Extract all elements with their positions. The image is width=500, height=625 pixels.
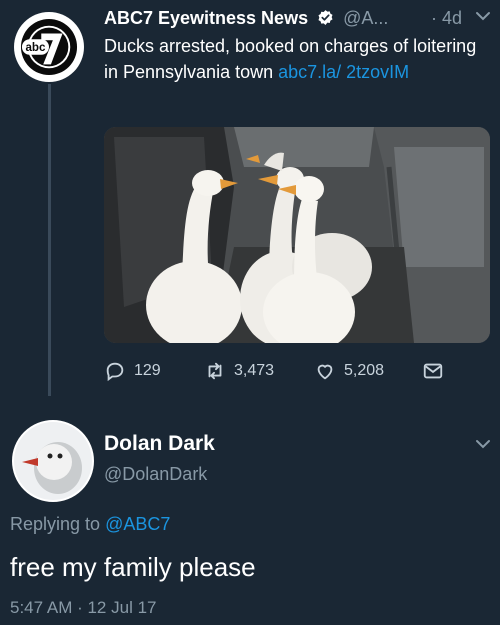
like-action[interactable]: 5,208 (314, 360, 384, 382)
reply-action[interactable]: 129 (104, 360, 161, 382)
message-icon (423, 363, 443, 379)
verified-badge-icon (318, 10, 333, 25)
author-name[interactable]: ABC7 Eyewitness News (104, 8, 308, 28)
reply-timestamp[interactable]: 5:47 AM · 12 Jul 17 (10, 598, 156, 618)
replying-to: Replying to @ABC7 (10, 514, 171, 534)
reply-author-name[interactable]: Dolan Dark (104, 432, 215, 456)
tweet-actions: 129 3,473 5,208 (104, 360, 464, 388)
message-action[interactable] (422, 360, 444, 382)
ducks-in-police-car-image (104, 127, 490, 343)
tweet-header: ABC7 Eyewitness News @A... · 4d (104, 6, 492, 30)
chevron-down-icon[interactable] (474, 4, 492, 28)
tweet-photo[interactable] (104, 127, 490, 343)
tweet-age[interactable]: · 4d (431, 6, 462, 30)
abc7-logo: abc (20, 18, 78, 76)
thread-line (48, 84, 51, 396)
reply-text: free my family please (10, 552, 256, 582)
tweet-link[interactable]: abc7.la/ 2tzovIM (278, 62, 409, 82)
duck-avatar-image (14, 422, 92, 500)
svg-text:abc: abc (25, 41, 46, 54)
like-count: 5,208 (344, 362, 385, 379)
dolan-dark-avatar[interactable] (12, 420, 94, 502)
reply-icon (106, 362, 124, 382)
tweet-text: Ducks arrested, booked on charges of loi… (104, 36, 477, 82)
replying-to-handle[interactable]: @ABC7 (105, 514, 170, 534)
reply-author-handle[interactable]: @DolanDark (104, 464, 207, 485)
chevron-down-icon[interactable] (474, 432, 492, 456)
retweet-icon (208, 362, 222, 380)
retweet-action[interactable]: 3,473 (204, 360, 274, 382)
reply-count: 129 (134, 362, 161, 379)
like-icon (317, 364, 333, 380)
author-handle[interactable]: @A... (343, 8, 388, 28)
abc7-avatar[interactable]: abc (14, 12, 84, 82)
retweet-count: 3,473 (234, 362, 275, 379)
